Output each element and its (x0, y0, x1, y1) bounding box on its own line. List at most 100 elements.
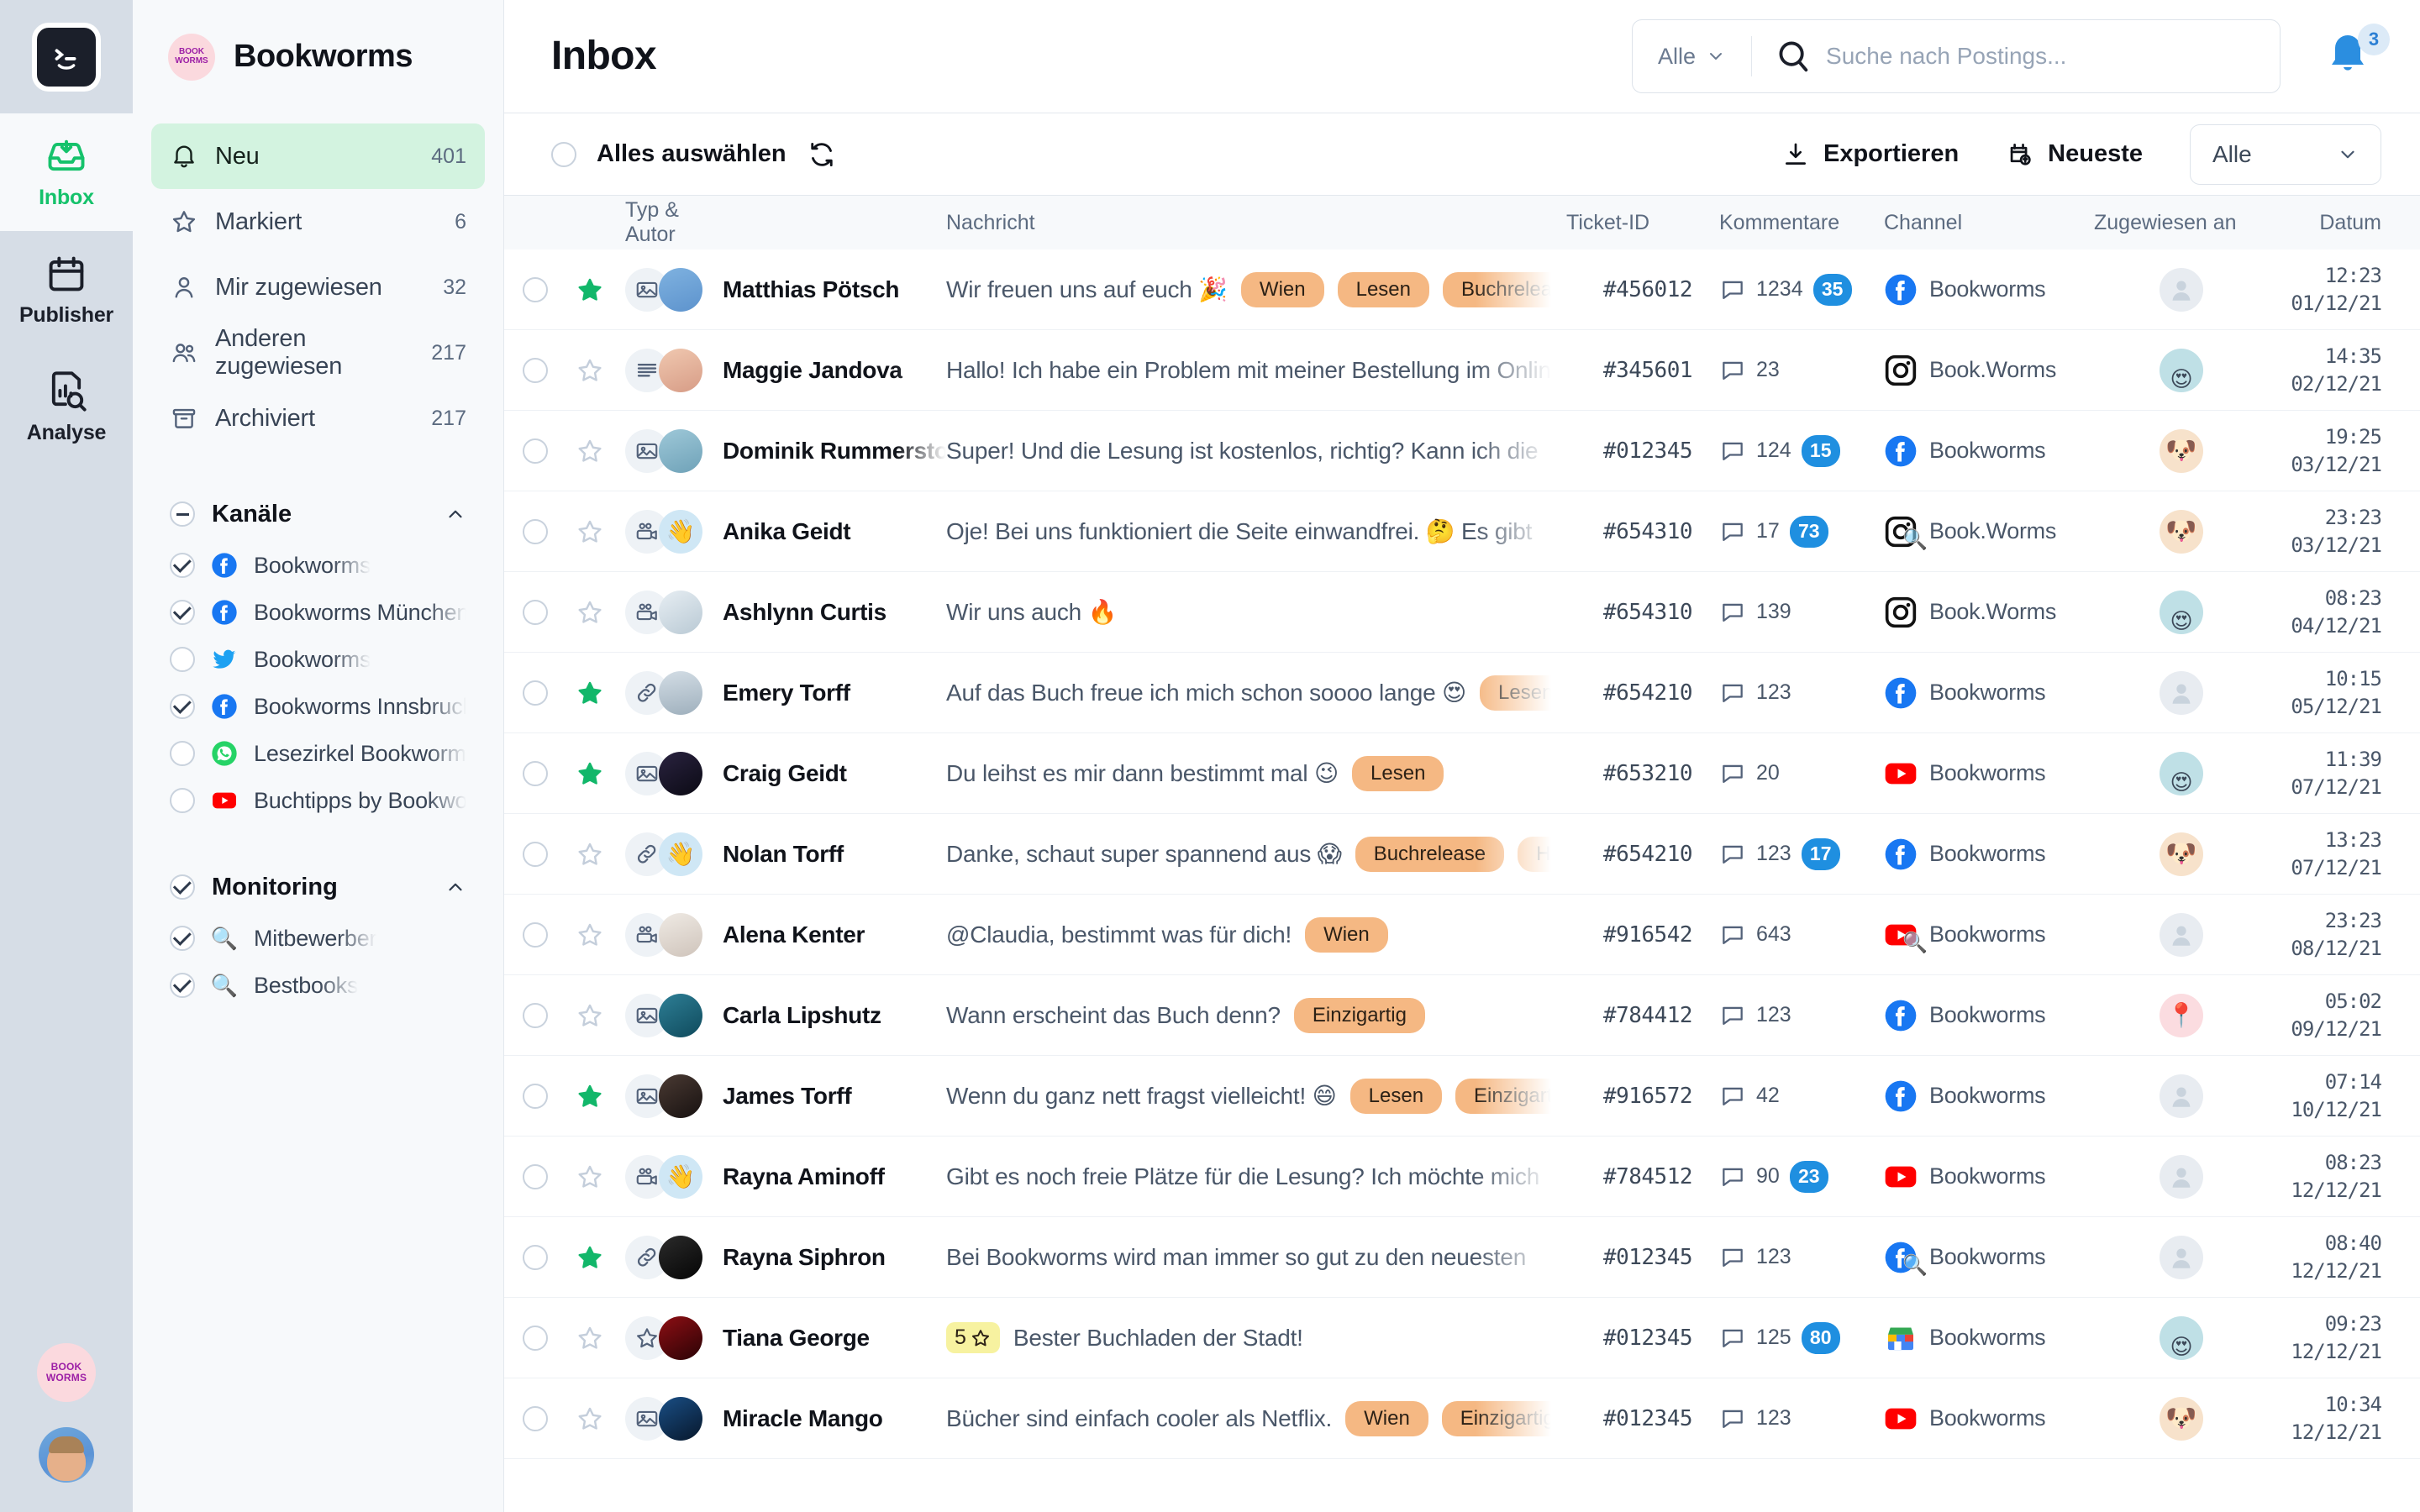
sidebar-item-anderen-zugewiesen[interactable]: Anderen zugewiesen 217 (151, 320, 485, 386)
star-icon[interactable] (576, 437, 604, 465)
notifications-button[interactable]: 3 (2323, 24, 2390, 86)
table-row[interactable]: 👋 Anika Geidt Oje! Bei uns funktioniert … (504, 491, 2420, 572)
row-checkbox[interactable] (523, 921, 548, 948)
rail-item-analyse[interactable]: Analyse (0, 349, 133, 466)
table-row[interactable]: Miracle Mango Bücher sind einfach cooler… (504, 1378, 2420, 1459)
sidebar-channel-item[interactable]: Bookworms München (151, 589, 485, 636)
table-row[interactable]: Emery Torff Auf das Buch freue ich mich … (504, 653, 2420, 733)
sidebar-item-mir-zugewiesen[interactable]: Mir zugewiesen 32 (151, 255, 485, 320)
author-avatar[interactable] (659, 1315, 702, 1360)
filter-select[interactable]: Alle (2190, 123, 2381, 185)
row-checkbox[interactable] (523, 1083, 548, 1109)
sidebar-channel-item[interactable]: Bookworms Innsbruck (151, 683, 485, 730)
author-avatar[interactable] (659, 348, 702, 392)
row-checkbox[interactable] (523, 438, 548, 464)
row-checkbox[interactable] (523, 1163, 548, 1189)
sidebar-item-markiert[interactable]: Markiert 6 (151, 189, 485, 255)
search-input[interactable] (1826, 43, 2280, 70)
sidebar-channel-item[interactable]: Buchtipps by Bookworms (151, 777, 485, 824)
monitoring-checkbox[interactable] (170, 973, 195, 998)
author-avatar[interactable] (659, 1396, 702, 1441)
star-icon[interactable] (576, 276, 604, 304)
assignee-avatar[interactable]: 😍 (2160, 348, 2203, 392)
assignee-avatar[interactable]: 😍 (2160, 590, 2203, 634)
assignee-avatar-empty[interactable] (2160, 267, 2203, 312)
group-checkbox-monitoring[interactable] (170, 874, 195, 900)
star-icon[interactable] (576, 1243, 604, 1272)
author-avatar[interactable] (659, 993, 702, 1037)
message-tag[interactable]: Buchrelease (1443, 271, 1551, 307)
row-checkbox[interactable] (523, 357, 548, 383)
table-row[interactable]: 👋 Nolan Torff Danke, schaut super spanne… (504, 814, 2420, 895)
table-row[interactable]: Matthias Pötsch Wir freuen uns auf euch … (504, 249, 2420, 330)
author-avatar[interactable] (659, 1074, 702, 1118)
message-tag[interactable]: Lesen (1480, 675, 1551, 711)
star-icon[interactable] (576, 679, 604, 707)
monitoring-checkbox[interactable] (170, 926, 195, 951)
author-avatar[interactable] (659, 670, 702, 715)
star-icon[interactable] (576, 921, 604, 949)
brand-logo[interactable]: BOOK WORMS (37, 1343, 96, 1402)
row-checkbox[interactable] (523, 1405, 548, 1431)
assignee-avatar-empty[interactable] (2160, 912, 2203, 957)
assignee-avatar-empty[interactable] (2160, 1074, 2203, 1118)
sidebar-group-header[interactable]: Kanäle (151, 486, 485, 542)
row-checkbox[interactable] (523, 518, 548, 544)
row-checkbox[interactable] (523, 841, 548, 867)
star-icon[interactable] (576, 759, 604, 788)
message-tag[interactable]: Einzigartig (1441, 1400, 1551, 1436)
channel-checkbox[interactable] (170, 553, 195, 578)
star-icon[interactable] (576, 356, 604, 385)
group-checkbox-kanaele[interactable] (170, 501, 195, 527)
sidebar-monitoring-item[interactable]: 🔍 Bestbooks (151, 962, 485, 1009)
author-avatar[interactable] (659, 428, 702, 473)
star-icon[interactable] (576, 840, 604, 869)
assignee-avatar[interactable]: 🐶 (2160, 832, 2203, 876)
table-row[interactable]: Maggie Jandova Hallo! Ich habe ein Probl… (504, 330, 2420, 411)
sidebar-channel-item[interactable]: Lesezirkel Bookworms (151, 730, 485, 777)
table-row[interactable]: Tiana George 5 Bester Buchladen der Stadt… (504, 1298, 2420, 1378)
assignee-avatar-empty[interactable] (2160, 1154, 2203, 1199)
table-row[interactable]: Alena Kenter @Claudia, bestimmt was für … (504, 895, 2420, 975)
assignee-avatar-empty[interactable] (2160, 1235, 2203, 1279)
message-tag[interactable]: Wien (1305, 916, 1388, 953)
table-row[interactable]: Ashlynn Curtis Wir uns auch 🔥 #654310 13… (504, 572, 2420, 653)
chevron-up-icon[interactable] (445, 876, 466, 898)
rail-item-publisher[interactable]: Publisher (0, 231, 133, 349)
row-checkbox[interactable] (523, 1325, 548, 1351)
table-row[interactable]: James Torff Wenn du ganz nett fragst vie… (504, 1056, 2420, 1137)
table-row[interactable]: Carla Lipshutz Wann erscheint das Buch d… (504, 975, 2420, 1056)
sidebar-group-header[interactable]: Monitoring (151, 859, 485, 915)
star-icon[interactable] (576, 1163, 604, 1191)
assignee-avatar[interactable]: 😍 (2160, 1315, 2203, 1360)
channel-checkbox[interactable] (170, 694, 195, 719)
channel-checkbox[interactable] (170, 600, 195, 625)
assignee-avatar-empty[interactable] (2160, 670, 2203, 715)
row-checkbox[interactable] (523, 1002, 548, 1028)
row-checkbox[interactable] (523, 760, 548, 786)
assignee-avatar[interactable]: 🐶 (2160, 428, 2203, 473)
author-avatar[interactable] (659, 912, 702, 957)
author-avatar[interactable] (659, 1235, 702, 1279)
channel-checkbox[interactable] (170, 647, 195, 672)
assignee-avatar[interactable]: 📍 (2160, 993, 2203, 1037)
channel-checkbox[interactable] (170, 741, 195, 766)
message-tag[interactable]: Lesen (1352, 755, 1444, 791)
assignee-avatar[interactable]: 😍 (2160, 751, 2203, 795)
row-checkbox[interactable] (523, 599, 548, 625)
sidebar-monitoring-item[interactable]: 🔍 Mitbewerber (151, 915, 485, 962)
author-avatar[interactable]: 👋 (659, 509, 702, 554)
message-tag[interactable]: Einzigartig (1455, 1078, 1551, 1114)
message-tag[interactable]: Wien (1240, 271, 1324, 307)
assignee-avatar[interactable]: 🐶 (2160, 509, 2203, 554)
avatar[interactable] (39, 1427, 94, 1483)
author-avatar[interactable]: 👋 (659, 1154, 702, 1199)
sidebar-channel-item[interactable]: Bookworms (151, 636, 485, 683)
rail-item-inbox[interactable]: Inbox (0, 113, 133, 231)
assignee-avatar[interactable]: 🐶 (2160, 1396, 2203, 1441)
chevron-up-icon[interactable] (445, 503, 466, 525)
row-checkbox[interactable] (523, 1244, 548, 1270)
message-tag[interactable]: Lesen (1337, 271, 1429, 307)
message-tag[interactable]: Lesen (1349, 1078, 1443, 1114)
table-row[interactable]: 👋 Rayna Aminoff Gibt es noch freie Plätz… (504, 1137, 2420, 1217)
